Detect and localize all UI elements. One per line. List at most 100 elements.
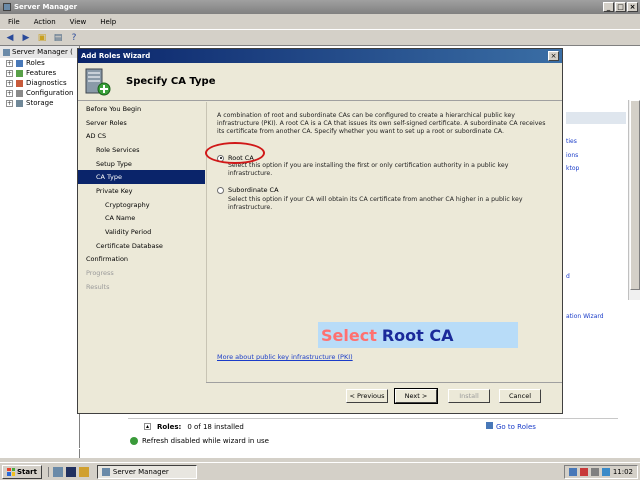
refresh-icon: [130, 437, 138, 445]
right-pane-header: [566, 112, 626, 124]
minimize-button[interactable]: _: [603, 2, 614, 12]
wizard-footer: < Previous Next > Install Cancel: [78, 383, 562, 413]
expand-icon[interactable]: +: [6, 99, 13, 107]
menu-view[interactable]: View: [70, 18, 87, 26]
wizard-window-title: Add Roles Wizard: [81, 52, 151, 60]
network-icon[interactable]: [568, 468, 577, 476]
taskbar: Start Server Manager 11:02: [0, 462, 640, 480]
scrollbar-thumb[interactable]: [630, 100, 640, 290]
server-manager-titlebar: Server Manager _ □ ×: [0, 0, 640, 14]
server-icon: [3, 48, 10, 56]
next-button[interactable]: Next >: [394, 388, 438, 404]
nav-step-private-key[interactable]: Private Key: [78, 184, 205, 198]
nav-step-setup-type[interactable]: Setup Type: [78, 157, 205, 171]
collapse-icon[interactable]: ▴: [144, 423, 151, 430]
explorer-quicklaunch-icon[interactable]: [78, 466, 89, 477]
storage-icon: [16, 99, 23, 107]
wizard-titlebar: Add Roles Wizard: [78, 49, 562, 63]
tree-item-roles[interactable]: + Roles: [0, 58, 79, 68]
close-button[interactable]: ×: [627, 2, 638, 12]
nav-step-results: Results: [86, 282, 110, 291]
main-scrollbar[interactable]: [628, 100, 640, 300]
security-icon[interactable]: [579, 468, 588, 476]
window-controls: _ □ ×: [603, 2, 638, 12]
refresh-status-text: Refresh disabled while wizard in use: [142, 437, 269, 445]
taskbar-item-server-manager[interactable]: Server Manager: [96, 464, 197, 479]
root-ca-description: Select this option if you are installing…: [228, 162, 509, 177]
start-label: Start: [17, 467, 37, 476]
right-pane-link[interactable]: ktop: [566, 165, 579, 172]
wizard-close-button[interactable]: ×: [548, 51, 559, 61]
up-folder-icon[interactable]: ▣: [36, 32, 48, 44]
tree-item-diagnostics[interactable]: + Diagnostics: [0, 78, 79, 88]
right-pane-link[interactable]: ation Wizard: [566, 313, 604, 320]
root-ca-highlight-circle: [205, 142, 265, 164]
subordinate-ca-description: Select this option if your CA will obtai…: [228, 196, 523, 211]
nav-step-ad-cs[interactable]: AD CS: [78, 129, 205, 143]
tree-item-label: Diagnostics: [26, 79, 67, 87]
nav-step-role-services[interactable]: Role Services: [78, 143, 205, 157]
menu-action[interactable]: Action: [34, 18, 56, 26]
diagnostics-icon: [16, 79, 23, 87]
forward-arrow-icon[interactable]: ▶: [20, 32, 32, 44]
right-pane-link[interactable]: d: [566, 273, 570, 280]
subordinate-ca-option[interactable]: Subordinate CA: [217, 186, 279, 194]
nav-step-ca-type[interactable]: CA Type: [78, 170, 205, 185]
wizard-step-list: Before You Begin Server Roles AD CS Role…: [78, 102, 205, 382]
nav-step-cryptography[interactable]: Cryptography: [78, 198, 205, 212]
show-hide-tree-icon[interactable]: ▤: [52, 32, 64, 44]
roles-label: Roles:: [157, 422, 182, 431]
console-tree: Server Manager ( + Roles + Features + Di…: [0, 46, 80, 458]
server-manager-task-icon: [101, 467, 110, 476]
maximize-button[interactable]: □: [615, 2, 626, 12]
tree-item-storage[interactable]: + Storage: [0, 98, 79, 108]
expand-icon[interactable]: +: [6, 89, 13, 97]
expand-icon[interactable]: +: [6, 59, 13, 67]
intro-text: A combination of root and subordinate CA…: [217, 112, 546, 135]
refresh-status: Refresh disabled while wizard in use: [128, 435, 640, 447]
previous-button[interactable]: < Previous: [346, 389, 388, 403]
help-icon[interactable]: ?: [68, 32, 80, 44]
right-pane-link[interactable]: ions: [566, 152, 578, 159]
tree-item-features[interactable]: + Features: [0, 68, 79, 78]
back-arrow-icon[interactable]: ◀: [4, 32, 16, 44]
pki-learn-more-link[interactable]: More about public key infrastructure (PK…: [217, 353, 353, 361]
menu-help[interactable]: Help: [100, 18, 116, 26]
features-icon: [16, 69, 23, 77]
status-bar: [0, 448, 640, 460]
go-to-roles-link[interactable]: Go to Roles: [486, 422, 536, 431]
tree-item-label: Configuration: [26, 89, 74, 97]
start-button[interactable]: Start: [2, 464, 42, 479]
expand-icon[interactable]: +: [6, 79, 13, 87]
tree-root-server-manager[interactable]: Server Manager (: [0, 46, 79, 58]
powershell-quicklaunch-icon[interactable]: [65, 466, 76, 477]
clock[interactable]: 11:02: [613, 468, 633, 476]
subordinate-ca-radio[interactable]: [217, 186, 224, 194]
tree-item-configuration[interactable]: + Configuration: [0, 88, 79, 98]
menu-file[interactable]: File: [8, 18, 20, 26]
caption-verb: Select: [321, 325, 377, 345]
server-manager-app-icon: [3, 3, 11, 11]
nav-step-progress: Progress: [86, 269, 114, 278]
nav-step-server-roles[interactable]: Server Roles: [78, 116, 205, 130]
server-manager-quicklaunch-icon[interactable]: [52, 466, 63, 477]
instruction-caption: Select Root CA: [318, 322, 518, 348]
nav-step-certificate-database[interactable]: Certificate Database: [78, 239, 205, 253]
nav-step-ca-name[interactable]: CA Name: [78, 212, 205, 226]
tree-item-label: Features: [26, 69, 57, 77]
nav-step-confirmation[interactable]: Confirmation: [78, 253, 205, 267]
expand-icon[interactable]: +: [6, 69, 13, 77]
cancel-button[interactable]: Cancel: [499, 389, 541, 403]
roles-count: 0 of 18 installed: [187, 422, 244, 431]
right-pane-link[interactable]: ties: [566, 138, 577, 145]
nav-step-before-you-begin[interactable]: Before You Begin: [78, 102, 205, 116]
nav-step-validity-period[interactable]: Validity Period: [78, 225, 205, 239]
volume-icon[interactable]: [590, 468, 599, 476]
wizard-header: Specify CA Type: [78, 63, 562, 101]
install-button: Install: [448, 389, 490, 403]
toolbar: ◀ ▶ ▣ ▤ ?: [0, 29, 640, 46]
update-icon[interactable]: [601, 468, 610, 476]
add-roles-wizard-dialog: Add Roles Wizard × Specify CA Type Befor…: [77, 48, 563, 414]
go-to-roles-icon: [486, 422, 493, 429]
subordinate-ca-label[interactable]: Subordinate CA: [228, 186, 279, 194]
